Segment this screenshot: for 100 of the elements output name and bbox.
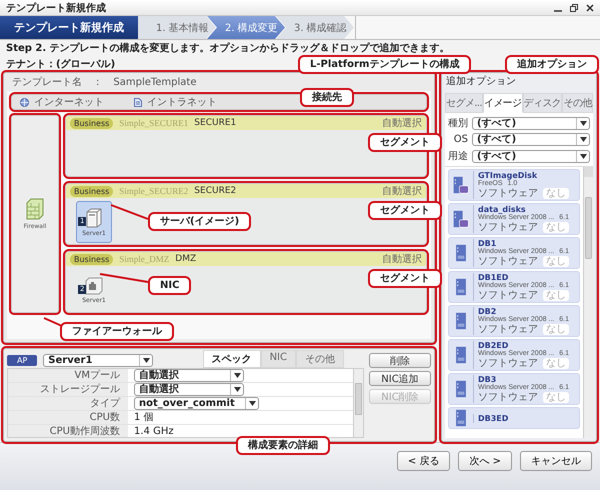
callout-label: 接続先 (300, 88, 354, 107)
server-icon (454, 278, 468, 296)
filter-label: 種別 (448, 117, 468, 130)
wizard-step: 3. 構成確認 (276, 16, 354, 39)
value-select[interactable]: not_over_commit (134, 397, 259, 410)
caret-icon (580, 137, 586, 142)
footer-button[interactable]: キャンセル (520, 451, 592, 471)
restore-icon[interactable] (570, 4, 578, 12)
leader-line (44, 317, 62, 327)
server-disk-icon (452, 210, 470, 228)
filter-select[interactable]: (すべて) (472, 116, 590, 130)
callout-label: セグメント (368, 133, 442, 152)
leader-line (110, 204, 148, 220)
server-select[interactable]: Server1 (43, 354, 154, 366)
value-select[interactable]: 自動選択 (134, 369, 244, 382)
software-value: なし (543, 222, 569, 233)
image-name: DB2ED (478, 341, 510, 350)
option-tab[interactable]: イメージ (482, 93, 523, 113)
segment-tag: Business (70, 186, 114, 196)
action-button[interactable]: NIC追加 (369, 371, 431, 386)
option-tab[interactable]: セグメ... (445, 93, 483, 113)
globe-icon (20, 98, 29, 106)
document-icon (134, 98, 142, 106)
software-label: ソフトウェア (478, 324, 538, 335)
software-label: ソフトウェア (478, 188, 538, 199)
server-icon (454, 380, 468, 398)
software-label: ソフトウェア (478, 256, 538, 267)
name-separator: : (96, 76, 100, 88)
image-name: data_disks (478, 205, 527, 214)
detail-tab[interactable]: その他 (296, 350, 344, 368)
wizard-title: テンプレート新規作成 (0, 16, 138, 39)
segment-name: SECURE2 (194, 186, 236, 196)
callout-label: サーバ(イメージ) (148, 212, 252, 231)
software-label: ソフトウェア (478, 222, 538, 233)
software-value: なし (543, 290, 569, 301)
software-value: なし (543, 256, 569, 267)
server-disk-icon (452, 176, 470, 194)
connection-label: イントラネット (147, 96, 217, 109)
segment-name: DMZ (175, 254, 196, 264)
scrollbar[interactable] (353, 369, 363, 437)
image-name: DB1 (478, 239, 496, 248)
callout-label: NIC (148, 276, 192, 295)
software-label: ソフトウェア (478, 290, 538, 301)
callout-label: L-Platformテンプレートの構成 (298, 55, 472, 74)
instruction-text: Step 2. テンプレートの構成を変更します。オプションからドラッグ＆ドロップで追加できます。 (5, 41, 451, 56)
software-value: なし (543, 358, 569, 369)
server-icon (85, 208, 103, 228)
panel-title: 追加オプション (445, 74, 517, 89)
callout-label: ファイアーウォール (60, 322, 174, 341)
segment-id: Simple_DMZ (119, 254, 170, 264)
connection-label: インターネット (34, 96, 104, 109)
close-icon[interactable] (586, 4, 594, 12)
filter-select[interactable]: (すべて) (472, 150, 590, 162)
field-label: VMプール (8, 369, 128, 382)
tenant-label: テナント：(グローバル) (5, 58, 116, 72)
image-name: GTImageDisk (478, 171, 538, 180)
footer-button[interactable]: 次へ > (458, 451, 512, 471)
value-select[interactable]: 自動選択 (134, 383, 244, 396)
segment-id: Simple_SECURE2 (119, 186, 188, 196)
filter-label: 用途 (448, 150, 468, 163)
image-name: DB1ED (478, 273, 510, 282)
footer-button[interactable]: < 戻る (396, 451, 450, 471)
caret-icon (580, 120, 586, 126)
action-button[interactable]: 削除 (369, 353, 431, 368)
software-value: なし (543, 324, 569, 335)
field-value: 1.4 GHz (134, 425, 174, 437)
leader-line (100, 273, 148, 283)
callout-label: セグメント (368, 269, 442, 288)
field-label: タイプ (8, 397, 128, 410)
callout-label: セグメント (368, 201, 442, 220)
segment-mode: 自動選択 (382, 117, 422, 130)
segment-id: Simple_SECURE1 (119, 118, 188, 128)
filter-select[interactable]: (すべて) (472, 133, 590, 146)
type-badge: AP (7, 354, 38, 366)
scrollbar[interactable] (583, 167, 593, 438)
segment-mode: 自動選択 (382, 253, 422, 266)
caret-icon (234, 373, 240, 378)
option-tab[interactable]: その他 (562, 93, 593, 113)
callout-label: 追加オプション (505, 55, 599, 74)
option-tab[interactable]: ディスク (522, 93, 562, 113)
caret-icon (248, 401, 256, 406)
template-name-label: テンプレート名 (12, 76, 82, 89)
detail-tab[interactable]: NIC (260, 350, 296, 368)
field-label: CPU動作周波数 (8, 425, 128, 437)
field-label: CPU数 (8, 411, 128, 424)
caret-icon (580, 154, 586, 158)
software-value: なし (543, 392, 569, 403)
caret-icon (142, 358, 150, 362)
detail-tab[interactable]: スペック (202, 350, 261, 368)
server-icon (454, 312, 468, 330)
image-name: DB3ED (478, 414, 508, 422)
filter-label: OS (452, 134, 468, 145)
callout-label: 構成要素の詳細 (236, 436, 330, 455)
server-icon (454, 409, 468, 427)
segment-tag: Business (70, 118, 114, 128)
image-card[interactable]: DB3ED (448, 407, 580, 429)
field-label: ストレージプール (8, 383, 128, 396)
brick-wall-icon (26, 198, 44, 220)
image-name: DB3 (478, 375, 496, 384)
segment-mode: 自動選択 (382, 185, 422, 198)
